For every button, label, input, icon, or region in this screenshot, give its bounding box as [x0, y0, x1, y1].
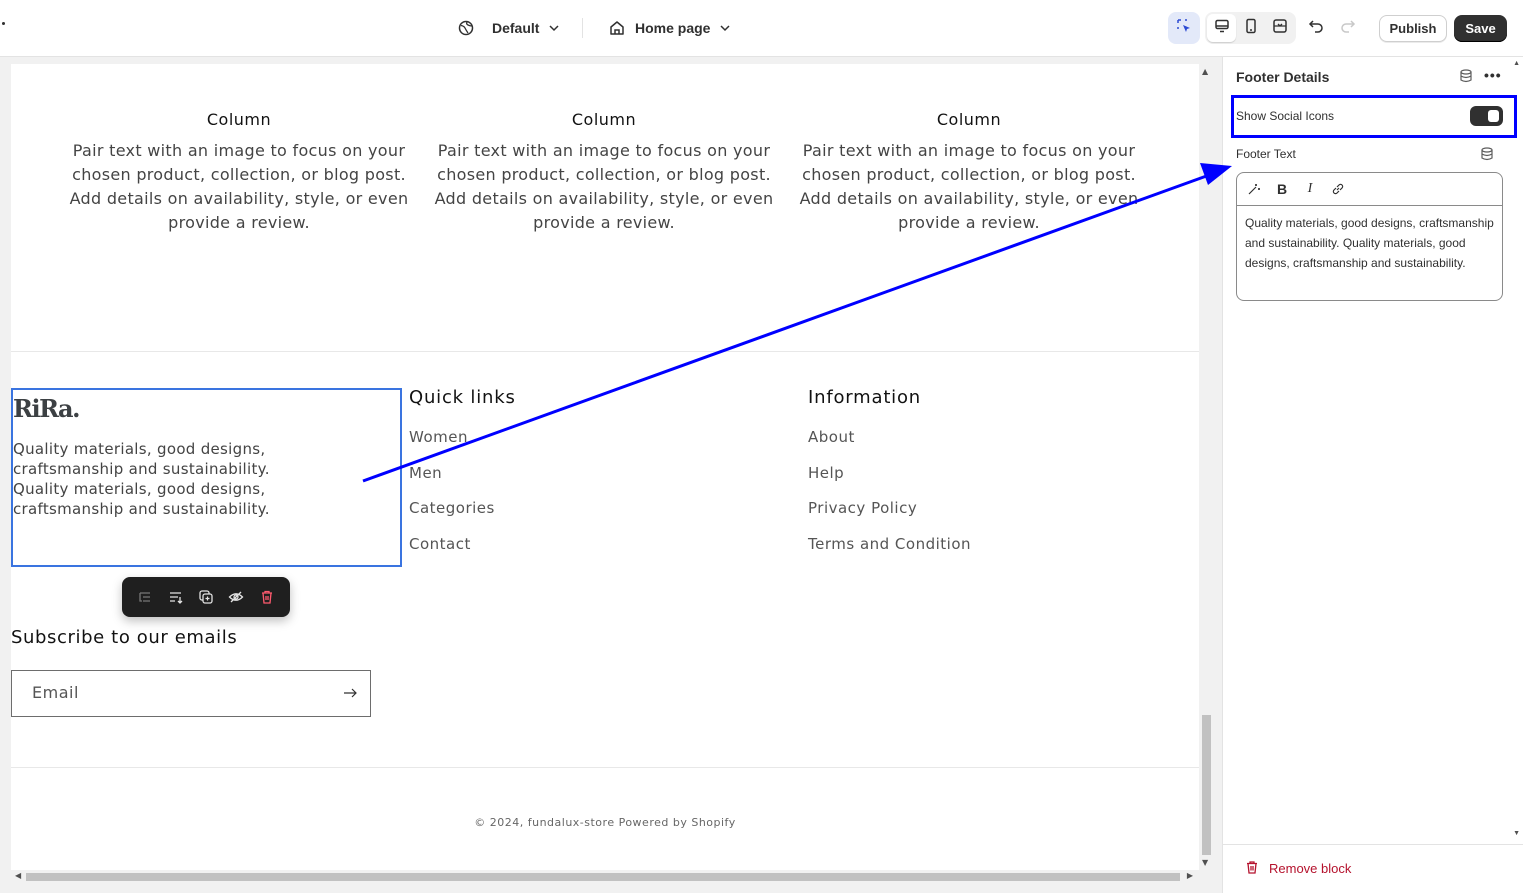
- footer-link-men[interactable]: Men: [409, 464, 516, 500]
- scroll-left-arrow-icon[interactable]: ◀: [15, 871, 21, 880]
- scroll-right-arrow-icon[interactable]: ▶: [1187, 871, 1193, 880]
- footer-link-women[interactable]: Women: [409, 428, 516, 464]
- menu-dot[interactable]: [2, 22, 5, 25]
- delete-icon[interactable]: [257, 587, 277, 607]
- scroll-down-arrow-icon[interactable]: ▼: [1513, 830, 1520, 837]
- topbar-separator: [582, 18, 583, 38]
- multicolumn-item[interactable]: Column Pair text with an image to focus …: [799, 110, 1139, 235]
- quick-links-heading: Quick links: [409, 387, 516, 408]
- information-heading: Information: [808, 387, 921, 408]
- preview-vertical-scrollbar[interactable]: ▲ ▼: [1199, 64, 1213, 870]
- footer-link-categories[interactable]: Categories: [409, 499, 516, 535]
- copyright-text: © 2024, fundalux-store Powered by Shopif…: [474, 816, 736, 829]
- show-social-icons-toggle[interactable]: [1470, 106, 1503, 126]
- column-title: Column: [206, 110, 272, 129]
- bold-icon[interactable]: B: [1273, 180, 1291, 198]
- show-social-icons-setting: Show Social Icons: [1231, 95, 1517, 138]
- footer-text-value: Quality materials, good designs, craftsm…: [1245, 216, 1494, 270]
- block-toolbar: [122, 577, 290, 617]
- page-selector[interactable]: Home page: [609, 14, 731, 42]
- chevron-down-icon: [719, 22, 731, 34]
- column-text: Pair text with an image to focus on your…: [434, 141, 774, 232]
- cursor-select-icon: [1176, 18, 1192, 38]
- panel-title: Footer Details: [1236, 69, 1330, 85]
- quick-links-column: Quick links Women Men Categories Contact: [409, 387, 516, 570]
- save-button[interactable]: Save: [1454, 15, 1507, 42]
- desktop-view-button[interactable]: [1207, 14, 1236, 42]
- block-settings-panel: ▲ Footer Details ••• Show Social Icons F…: [1222, 57, 1523, 893]
- globe-icon: [458, 20, 474, 36]
- multicolumn-item[interactable]: Column Pair text with an image to focus …: [434, 110, 774, 235]
- rte-toolbar: B I: [1237, 173, 1502, 206]
- subscribe-heading: Subscribe to our emails: [11, 627, 238, 648]
- footer-link-terms[interactable]: Terms and Condition: [808, 535, 971, 571]
- brand-logo: RiRa.: [13, 394, 80, 423]
- select-parent-icon[interactable]: [135, 587, 155, 607]
- duplicate-icon[interactable]: [196, 587, 216, 607]
- scroll-up-arrow-icon[interactable]: ▲: [1202, 67, 1208, 76]
- theme-label: Default: [492, 20, 540, 36]
- arrow-right-icon[interactable]: [342, 685, 358, 705]
- more-options-icon[interactable]: •••: [1484, 67, 1502, 83]
- section-divider: [11, 351, 1199, 352]
- fullwidth-view-button[interactable]: [1265, 14, 1294, 42]
- desktop-icon: [1214, 18, 1230, 38]
- scroll-thumb[interactable]: [26, 873, 1180, 881]
- scroll-thumb[interactable]: [1202, 715, 1211, 855]
- italic-icon[interactable]: I: [1301, 180, 1319, 198]
- email-placeholder: Email: [32, 683, 79, 702]
- store-preview: Column Pair text with an image to focus …: [11, 64, 1199, 870]
- inspector-button[interactable]: [1168, 12, 1200, 44]
- database-icon[interactable]: [1480, 147, 1494, 166]
- remove-block-button[interactable]: Remove block: [1245, 860, 1351, 877]
- link-icon[interactable]: [1329, 180, 1347, 198]
- scroll-down-arrow-icon[interactable]: ▼: [1202, 858, 1208, 867]
- panel-footer-divider: [1223, 844, 1523, 845]
- database-icon[interactable]: [1459, 69, 1473, 88]
- footer-text-editor[interactable]: B I Quality materials, good designs, cra…: [1236, 172, 1503, 301]
- multicolumn-item[interactable]: Column Pair text with an image to focus …: [69, 110, 409, 235]
- footer-link-about[interactable]: About: [808, 428, 971, 464]
- hide-icon[interactable]: [226, 587, 246, 607]
- redo-icon[interactable]: [1340, 18, 1356, 38]
- editor-topbar: Default Home page Publish Save: [0, 0, 1523, 57]
- home-icon: [609, 20, 625, 36]
- chevron-down-icon: [548, 22, 560, 34]
- footer-brand-block-selected[interactable]: RiRa. Quality materials, good designs, c…: [11, 388, 402, 567]
- show-social-icons-label: Show Social Icons: [1236, 109, 1335, 123]
- expand-icon: [1272, 18, 1288, 38]
- remove-block-label: Remove block: [1269, 861, 1352, 876]
- view-controls: [1168, 12, 1296, 44]
- brand-text: Quality materials, good designs, craftsm…: [13, 440, 270, 518]
- column-title: Column: [936, 110, 1002, 129]
- footer-divider: [11, 767, 1199, 768]
- trash-icon: [1245, 860, 1259, 877]
- footer-link-contact[interactable]: Contact: [409, 535, 516, 571]
- device-toggle-group: [1205, 12, 1296, 44]
- publish-button[interactable]: Publish: [1379, 15, 1447, 42]
- email-input[interactable]: Email: [11, 670, 371, 717]
- magic-sparkle-icon[interactable]: [1245, 180, 1263, 198]
- column-text: Pair text with an image to focus on your…: [799, 141, 1139, 232]
- scroll-up-arrow-icon[interactable]: ▲: [1513, 60, 1520, 67]
- undo-icon[interactable]: [1308, 18, 1324, 38]
- information-column: Information About Help Privacy Policy Te…: [808, 387, 971, 570]
- column-title: Column: [571, 110, 637, 129]
- theme-selector[interactable]: Default: [458, 14, 560, 42]
- footer-link-help[interactable]: Help: [808, 464, 971, 500]
- footer-link-privacy[interactable]: Privacy Policy: [808, 499, 971, 535]
- footer-text-label: Footer Text: [1236, 147, 1296, 161]
- mobile-icon: [1243, 18, 1259, 38]
- mobile-view-button[interactable]: [1236, 14, 1265, 42]
- column-text: Pair text with an image to focus on your…: [69, 141, 409, 232]
- preview-horizontal-scrollbar[interactable]: ◀ ▶: [11, 870, 1199, 884]
- page-label: Home page: [635, 20, 711, 36]
- move-icon[interactable]: [166, 587, 186, 607]
